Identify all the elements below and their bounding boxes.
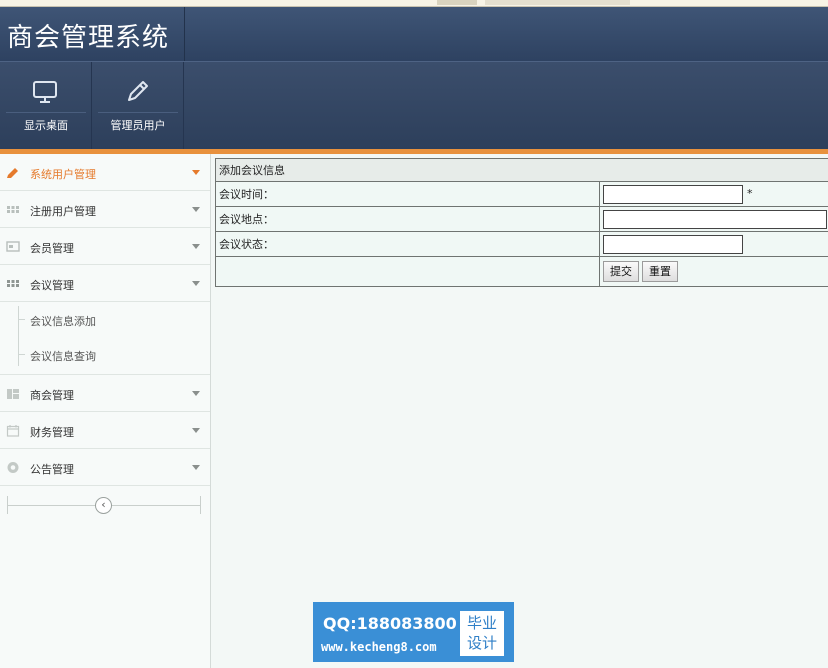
calendar-icon — [6, 425, 20, 437]
meeting-time-cell: * — [599, 181, 828, 207]
form-actions-row: 提交 重置 — [215, 256, 828, 287]
chevron-down-icon — [192, 281, 200, 286]
form-title: 添加会议信息 — [215, 158, 828, 182]
sidebar-item-members[interactable]: 会员管理 — [0, 228, 210, 265]
form-header-row: 添加会议信息 — [215, 158, 828, 182]
admin-user-button[interactable]: 管理员用户 — [92, 62, 184, 150]
sidebar-item-label: 注册用户管理 — [30, 205, 96, 218]
watermark-badge-line: 毕业 — [466, 614, 497, 632]
form-actions-cell: 提交 重置 — [599, 256, 828, 287]
meeting-place-cell — [599, 206, 828, 232]
sidebar-item-system-users[interactable]: 系统用户管理 — [0, 154, 210, 191]
meeting-status-input[interactable] — [603, 234, 743, 254]
monitor-icon — [33, 81, 57, 103]
reset-button[interactable]: 重置 — [642, 261, 678, 282]
sidebar-collapse-bar: ‹ — [0, 486, 210, 526]
meeting-place-input[interactable] — [603, 209, 827, 229]
submenu-guide-line — [18, 306, 19, 366]
watermark: QQ:188083800 www.kecheng8.com 毕业 设计 — [313, 602, 514, 662]
chevron-down-icon — [192, 170, 200, 175]
show-desktop-label: 显示桌面 — [24, 119, 68, 132]
submenu-item-label: 会议信息添加 — [30, 315, 96, 328]
sidebar-item-label: 公告管理 — [30, 463, 74, 476]
pencil-icon — [128, 81, 148, 101]
toolbar-button-separator — [98, 112, 178, 113]
toolbar-button-separator — [6, 112, 86, 113]
form-row: 会议时间： * — [215, 181, 828, 207]
sidebar-item-announcements[interactable]: 公告管理 — [0, 449, 210, 486]
grid-icon — [7, 280, 19, 287]
watermark-qq: QQ:188083800 — [323, 614, 457, 633]
meeting-place-label: 会议地点： — [215, 206, 600, 232]
watermark-badge-line: 设计 — [466, 634, 497, 652]
collapse-rule-end — [7, 496, 8, 514]
sidebar-item-label: 财务管理 — [30, 426, 74, 439]
card-icon — [6, 241, 20, 252]
pencil-icon — [7, 168, 18, 178]
meeting-status-label: 会议状态： — [215, 231, 600, 257]
watermark-url: www.kecheng8.com — [321, 640, 437, 654]
submit-button[interactable]: 提交 — [603, 261, 639, 282]
chevron-down-icon — [192, 244, 200, 249]
sidebar: 系统用户管理 注册用户管理 会员管理 会议管理 会议信息添加 会议信息查询 商会… — [0, 154, 211, 668]
chevron-down-icon — [192, 207, 200, 212]
sidebar-item-meetings[interactable]: 会议管理 — [0, 265, 210, 302]
admin-user-label: 管理员用户 — [110, 119, 166, 132]
sidebar-item-chamber[interactable]: 商会管理 — [0, 375, 210, 412]
grid-icon — [7, 206, 19, 213]
meetings-submenu: 会议信息添加 会议信息查询 — [0, 302, 210, 375]
form-row: 会议地点： — [215, 206, 828, 232]
chevron-down-icon — [192, 391, 200, 396]
app-header: 商会管理系统 — [0, 7, 828, 61]
layout-icon — [7, 389, 19, 399]
app-title: 商会管理系统 — [7, 23, 170, 53]
submenu-item-add-meeting[interactable]: 会议信息添加 — [19, 313, 96, 329]
meeting-time-input[interactable] — [603, 184, 743, 204]
required-mark: * — [747, 187, 753, 200]
sidebar-item-registered-users[interactable]: 注册用户管理 — [0, 191, 210, 228]
add-meeting-form: 添加会议信息 会议时间： * 会议地点： 会议状态： 提交 重置 — [215, 158, 828, 287]
lifebuoy-icon — [7, 462, 19, 473]
sidebar-item-finance[interactable]: 财务管理 — [0, 412, 210, 449]
chevron-down-icon — [192, 465, 200, 470]
sidebar-item-label: 商会管理 — [30, 389, 74, 402]
sidebar-item-label: 系统用户管理 — [30, 168, 96, 181]
main-content: 添加会议信息 会议时间： * 会议地点： 会议状态： 提交 重置 — [211, 154, 828, 668]
submenu-tick — [19, 354, 25, 355]
form-actions-spacer — [215, 256, 600, 287]
submenu-tick — [19, 319, 25, 320]
meeting-status-cell — [599, 231, 828, 257]
toolbar: 显示桌面 管理员用户 — [0, 61, 828, 150]
show-desktop-button[interactable]: 显示桌面 — [0, 62, 92, 150]
sidebar-item-label: 会员管理 — [30, 242, 74, 255]
submenu-item-query-meeting[interactable]: 会议信息查询 — [19, 348, 96, 364]
collapse-rule-end — [200, 496, 201, 514]
browser-top-strip — [0, 0, 828, 7]
chevron-down-icon — [192, 428, 200, 433]
top-strip-piece — [485, 0, 630, 5]
watermark-badge: 毕业 设计 — [460, 611, 504, 656]
collapse-sidebar-button[interactable]: ‹ — [95, 497, 112, 514]
submenu-item-label: 会议信息查询 — [30, 350, 96, 363]
top-strip-piece — [437, 0, 477, 5]
form-row: 会议状态： — [215, 231, 828, 257]
header-divider — [184, 7, 185, 61]
meeting-time-label: 会议时间： — [215, 181, 600, 207]
sidebar-item-label: 会议管理 — [30, 279, 74, 292]
